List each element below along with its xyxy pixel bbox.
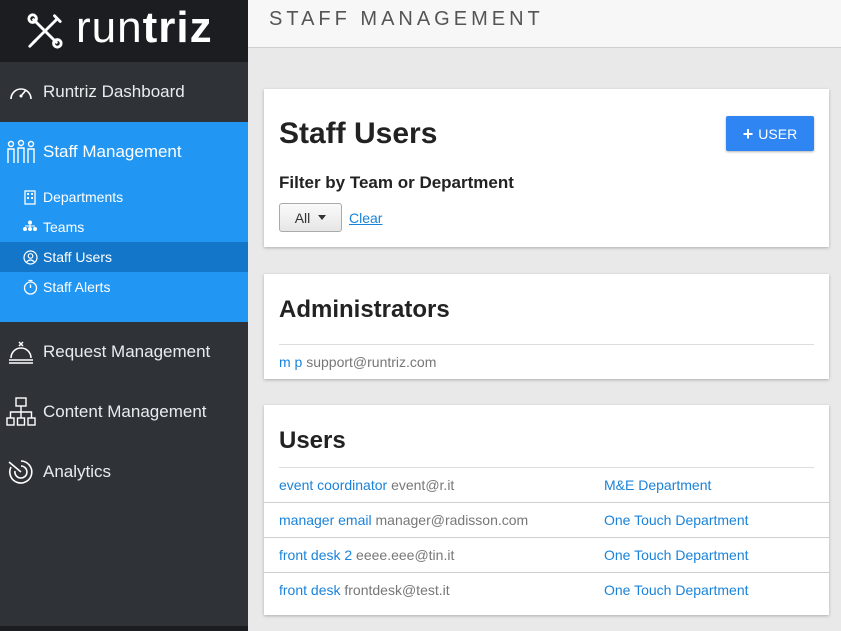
- add-user-button[interactable]: + USER: [726, 116, 814, 151]
- user-cell: manager email manager@radisson.com: [279, 512, 604, 528]
- users-card: Users event coordinator event@r.it M&E D…: [264, 405, 829, 615]
- sidebar-item-label: Content Management: [43, 402, 207, 421]
- sidebar-item-staff-management[interactable]: Staff Management: [0, 122, 248, 182]
- user-department-link[interactable]: One Touch Department: [604, 582, 749, 598]
- table-row: manager email manager@radisson.com One T…: [264, 502, 829, 537]
- user-department-link[interactable]: M&E Department: [604, 477, 711, 493]
- sidebar-item-dashboard[interactable]: Runtriz Dashboard: [0, 62, 248, 122]
- sidebar-subitem-label: Staff Users: [43, 249, 112, 265]
- user-name-link[interactable]: event coordinator: [279, 477, 387, 493]
- filter-dropdown-value: All: [294, 209, 311, 226]
- service-bell-icon: [6, 337, 36, 367]
- user-name-link[interactable]: manager email: [279, 512, 372, 528]
- user-name-link[interactable]: front desk 2: [279, 547, 352, 563]
- stopwatch-icon: [22, 279, 38, 295]
- sidebar-subitem-teams[interactable]: Teams: [0, 212, 248, 242]
- sidebar-item-label: Runtriz Dashboard: [43, 82, 185, 101]
- sidebar-item-request-management[interactable]: Request Management: [0, 322, 248, 382]
- team-hierarchy-icon: [22, 219, 38, 235]
- sidebar-item-label: Request Management: [43, 342, 211, 361]
- user-email: event@r.it: [391, 477, 455, 493]
- user-cell: front desk frontdesk@test.it: [279, 582, 604, 598]
- users-title: Users: [279, 427, 346, 454]
- clear-filter-link[interactable]: Clear: [349, 210, 382, 226]
- page-header: STAFF MANAGEMENT: [248, 0, 841, 48]
- sidebar-bottom-bar: [0, 626, 248, 631]
- users-table: event coordinator event@r.it M&E Departm…: [264, 467, 829, 607]
- user-cell: event coordinator event@r.it: [279, 477, 604, 493]
- sidebar-subitem-staff-alerts[interactable]: Staff Alerts: [0, 272, 248, 302]
- sidebar: runtriz Runtriz Dashboard Staff Manageme…: [0, 0, 248, 631]
- filter-dropdown[interactable]: All: [279, 203, 342, 232]
- filter-label: Filter by Team or Department: [279, 173, 514, 192]
- admin-email: support@runtriz.com: [306, 354, 437, 370]
- user-email: manager@radisson.com: [375, 512, 529, 528]
- page-title: STAFF MANAGEMENT: [269, 8, 544, 30]
- building-icon: [22, 189, 38, 205]
- sidebar-subitem-label: Teams: [43, 219, 85, 235]
- user-email: eeee.eee@tin.it: [356, 547, 455, 563]
- user-department-link[interactable]: One Touch Department: [604, 547, 749, 563]
- analytics-icon: [6, 457, 36, 487]
- admin-row: m p support@runtriz.com: [279, 345, 814, 370]
- sidebar-subitem-label: Departments: [43, 189, 124, 205]
- logo[interactable]: runtriz: [0, 0, 248, 62]
- add-user-label: USER: [758, 125, 798, 142]
- speedometer-icon: [6, 77, 36, 107]
- staff-users-card: Staff Users + USER Filter by Team or Dep…: [264, 89, 829, 247]
- user-cell: front desk 2 eeee.eee@tin.it: [279, 547, 604, 563]
- filter-row: All Clear: [279, 203, 814, 232]
- logo-text: runtriz: [76, 3, 213, 52]
- sidebar-subitem-staff-users[interactable]: Staff Users: [0, 242, 248, 272]
- plus-icon: +: [742, 123, 754, 144]
- staff-management-group: Staff Management Departments Teams Staff…: [0, 122, 248, 322]
- user-email: frontdesk@test.it: [344, 582, 450, 598]
- people-group-icon: [6, 137, 36, 167]
- crossed-tools-icon: [27, 13, 63, 49]
- sitemap-icon: [6, 397, 36, 427]
- table-row: front desk frontdesk@test.it One Touch D…: [264, 572, 829, 607]
- table-row: event coordinator event@r.it M&E Departm…: [279, 467, 814, 502]
- user-circle-icon: [22, 249, 38, 265]
- caret-down-icon: [318, 215, 327, 220]
- administrators-card: Administrators m p support@runtriz.com: [264, 274, 829, 379]
- sidebar-subitem-label: Staff Alerts: [43, 279, 111, 295]
- user-name-link[interactable]: front desk: [279, 582, 340, 598]
- administrators-title: Administrators: [279, 296, 450, 323]
- admin-name-link[interactable]: m p: [279, 354, 302, 370]
- sidebar-item-label: Staff Management: [43, 142, 182, 161]
- sidebar-item-analytics[interactable]: Analytics: [0, 442, 248, 502]
- sidebar-item-content-management[interactable]: Content Management: [0, 382, 248, 442]
- user-department-link[interactable]: One Touch Department: [604, 512, 749, 528]
- sidebar-subitem-departments[interactable]: Departments: [0, 182, 248, 212]
- sidebar-item-label: Analytics: [43, 462, 112, 481]
- table-row: front desk 2 eeee.eee@tin.it One Touch D…: [264, 537, 829, 572]
